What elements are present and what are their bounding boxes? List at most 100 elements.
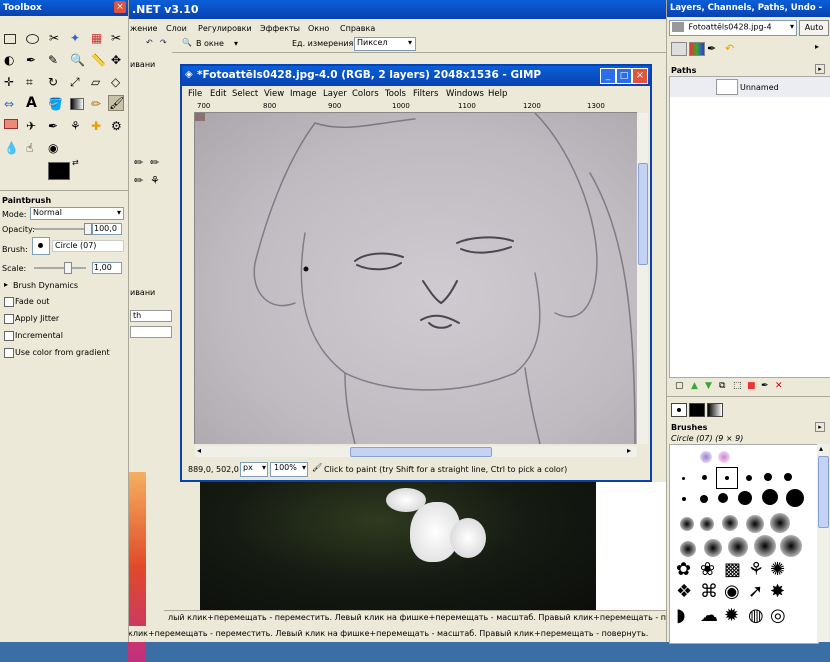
align-icon[interactable]: ✛ (4, 75, 20, 91)
flip-icon[interactable]: ⇔ (4, 97, 20, 113)
chevron-right-icon[interactable]: ▸ (627, 446, 631, 455)
chevron-up-icon[interactable]: ▴ (819, 444, 823, 453)
pn-menu-3[interactable]: Эффекты (260, 24, 300, 33)
new-path-icon[interactable]: ▢ (675, 381, 684, 391)
pencil-icon[interactable]: ✏ (134, 174, 143, 187)
foreground-select-icon[interactable]: ◐ (4, 53, 20, 69)
gimp-menu-file[interactable]: File (188, 89, 202, 99)
brush-tab-icon[interactable] (671, 403, 687, 417)
apply-jitter-checkbox[interactable] (4, 314, 14, 324)
unit-select[interactable]: px ▾ (240, 462, 268, 477)
scale-slider[interactable] (34, 267, 86, 269)
free-select-icon[interactable]: ✂ (49, 31, 65, 47)
horizontal-scrollbar[interactable]: ◂ ▸ (195, 446, 637, 457)
fg-color-swatch[interactable] (48, 162, 70, 180)
perspective-clone-icon[interactable]: ⚙ (111, 119, 127, 135)
dock-menu-icon[interactable]: ▸ (815, 42, 819, 51)
use-gradient-checkbox[interactable] (4, 348, 14, 358)
gimp-menu-help[interactable]: Help (488, 89, 507, 99)
heal-icon[interactable]: ✚ (91, 119, 107, 135)
undo-icon[interactable]: ↶ (146, 38, 153, 47)
redo-icon[interactable]: ↷ (160, 38, 167, 47)
delete-icon[interactable]: ✕ (775, 381, 783, 391)
pn-menu-4[interactable]: Окно (308, 24, 329, 33)
duplicate-icon[interactable]: ⧉ (719, 381, 725, 391)
fade-out-checkbox[interactable] (4, 297, 14, 307)
rotate-icon[interactable]: ↻ (48, 75, 64, 91)
mode-select[interactable]: Normal ▾ (30, 207, 124, 220)
units-select[interactable]: Пиксел ▾ (354, 37, 416, 51)
opacity-input[interactable]: 100,0 (92, 223, 122, 235)
clone-icon[interactable]: ⚘ (150, 174, 160, 187)
channels-tab-icon[interactable] (689, 42, 705, 56)
brush-dynamics-label[interactable]: Brush Dynamics (13, 281, 78, 290)
undo-tab-icon[interactable]: ↶ (725, 42, 734, 55)
gimp-menu-view[interactable]: View (264, 89, 284, 99)
dodge-burn-icon[interactable]: ◉ (48, 141, 64, 157)
shear-icon[interactable]: ▱ (91, 75, 107, 91)
brush-icon[interactable]: ✏ (150, 156, 159, 169)
paths-tab-icon[interactable]: ✒ (707, 42, 716, 55)
scissors-icon[interactable]: ✂ (111, 31, 127, 47)
brush-icon[interactable]: ✏ (134, 156, 143, 169)
paintbrush-icon[interactable]: 🖌 (108, 95, 124, 111)
paths-icon[interactable]: ✒ (26, 53, 42, 69)
gimp-menu-windows[interactable]: Windows (446, 89, 484, 99)
chevron-down-icon[interactable]: ▾ (234, 39, 238, 48)
move-icon[interactable]: ✥ (111, 53, 127, 69)
image-canvas[interactable] (195, 113, 637, 444)
close-icon[interactable]: × (114, 1, 126, 13)
stroke-icon[interactable]: ✒ (761, 381, 769, 391)
opacity-thumb[interactable] (84, 223, 92, 235)
blur-icon[interactable]: 💧 (4, 141, 20, 157)
raise-icon[interactable]: ▲ (691, 381, 698, 391)
swap-colors-icon[interactable]: ⇄ (72, 158, 79, 167)
gimp-menu-select[interactable]: Select (232, 89, 258, 99)
horizontal-scroll-thumb[interactable] (350, 447, 492, 457)
brush-preview[interactable] (32, 237, 50, 255)
scale-icon[interactable]: ⤢ (70, 75, 86, 91)
eraser-icon[interactable] (4, 119, 18, 129)
gimp-menu-layer[interactable]: Layer (323, 89, 347, 99)
smudge-icon[interactable]: ☝ (26, 141, 42, 157)
gimp-menu-filters[interactable]: Filters (413, 89, 438, 99)
pn-menu-5[interactable]: Справка (340, 24, 375, 33)
panel-menu-icon[interactable]: ▸ (815, 422, 825, 432)
vertical-scrollbar[interactable] (637, 113, 648, 444)
maximize-icon[interactable]: □ (616, 68, 632, 84)
ink-icon[interactable]: ✒ (48, 119, 64, 135)
text-icon[interactable]: A (26, 95, 42, 111)
opacity-slider[interactable] (34, 228, 86, 230)
lower-icon[interactable]: ▼ (705, 381, 712, 391)
blend-icon[interactable] (70, 98, 84, 110)
path-to-selection-icon[interactable]: ⬚ (733, 381, 742, 391)
brush-selected[interactable] (716, 467, 738, 489)
incremental-checkbox[interactable] (4, 331, 14, 341)
brushes-scrollbar[interactable]: ▴ (817, 444, 829, 642)
zoom-select[interactable]: 100% ▾ (270, 462, 308, 477)
brush-name-field[interactable]: Circle (07) (52, 240, 124, 252)
pn-menu-1[interactable]: Слои (166, 24, 187, 33)
perspective-icon[interactable]: ◇ (111, 75, 127, 91)
close-icon[interactable]: × (632, 68, 648, 84)
bucket-fill-icon[interactable]: 🪣 (48, 97, 64, 113)
zoom-icon[interactable]: 🔍 (70, 53, 86, 69)
path-row[interactable]: Unnamed (670, 77, 830, 97)
pencil-icon[interactable]: ✏ (91, 97, 107, 113)
color-picker-icon[interactable]: ✎ (48, 53, 64, 69)
vertical-scroll-thumb[interactable] (638, 163, 648, 265)
layers-tab-icon[interactable] (671, 42, 687, 56)
scale-input[interactable]: 1,00 (92, 262, 122, 274)
brushes-scroll-thumb[interactable] (818, 456, 829, 528)
gradient-tab-icon[interactable] (707, 403, 723, 417)
clone-icon[interactable]: ⚘ (70, 119, 86, 135)
pn-menu-0[interactable]: жение (130, 24, 157, 33)
pattern-tab-icon[interactable] (689, 403, 705, 417)
fuzzy-select-icon[interactable]: ✦ (70, 31, 86, 47)
window-select[interactable]: В окне (196, 39, 224, 48)
gimp-menu-tools[interactable]: Tools (385, 89, 406, 99)
ellipse-select-icon[interactable] (26, 34, 39, 44)
measure-icon[interactable]: 📏 (91, 53, 107, 69)
expander-icon[interactable]: ▸ (4, 280, 8, 289)
pn-menu-2[interactable]: Регулировки (198, 24, 252, 33)
